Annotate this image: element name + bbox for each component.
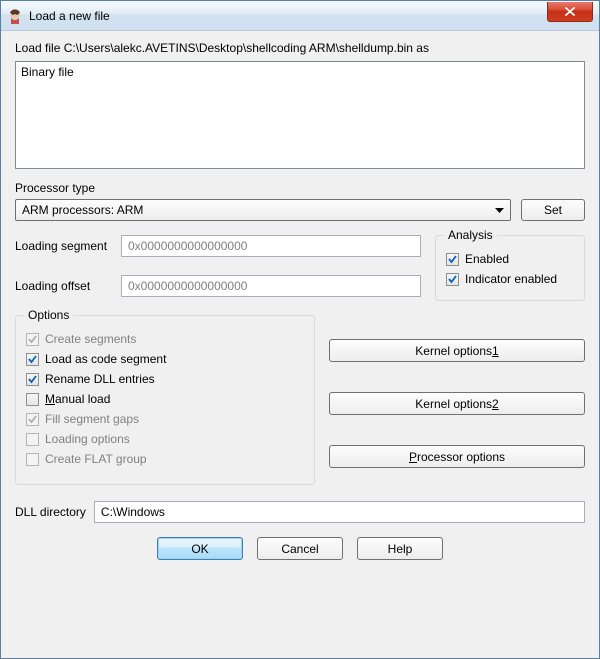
dialog-content: Load file C:\Users\alekc.AVETINS\Desktop… <box>1 31 599 658</box>
load-file-label: Load file C:\Users\alekc.AVETINS\Desktop… <box>15 41 585 55</box>
app-icon <box>7 8 23 24</box>
loading-segment-label: Loading segment <box>15 239 115 253</box>
processor-selected: ARM processors: ARM <box>22 203 143 217</box>
fill-gaps-label: Fill segment gaps <box>45 412 139 426</box>
load-as-code-checkbox[interactable] <box>26 353 39 366</box>
processor-combo[interactable]: ARM processors: ARM <box>15 199 511 221</box>
dialog-window: Load a new file Load file C:\Users\alekc… <box>0 0 600 659</box>
close-button[interactable] <box>547 2 593 22</box>
analysis-group: Analysis Enabled Indicator enabled <box>435 235 585 301</box>
load-file-prefix: Load file <box>15 41 64 55</box>
analysis-indicator-label: Indicator enabled <box>465 272 557 286</box>
chevron-down-icon <box>495 203 504 217</box>
ok-button[interactable]: OK <box>157 537 243 560</box>
close-icon <box>565 7 575 16</box>
loading-offset-input[interactable] <box>121 275 421 297</box>
analysis-enabled-checkbox[interactable] <box>446 253 459 266</box>
help-button[interactable]: Help <box>357 537 443 560</box>
titlebar: Load a new file <box>1 1 599 31</box>
options-title: Options <box>24 308 73 322</box>
loading-segment-input[interactable] <box>121 235 421 257</box>
create-segments-label: Create segments <box>45 332 136 346</box>
create-segments-checkbox <box>26 333 39 346</box>
processor-options-button[interactable]: Processor options <box>329 445 585 468</box>
manual-load-label: Manual load <box>45 392 110 406</box>
analysis-title: Analysis <box>444 228 497 242</box>
kernel-options-1-button[interactable]: Kernel options 1 <box>329 339 585 362</box>
loading-offset-label: Loading offset <box>15 279 115 293</box>
rename-dll-checkbox[interactable] <box>26 373 39 386</box>
manual-load-checkbox[interactable] <box>26 393 39 406</box>
rename-dll-label: Rename DLL entries <box>45 372 155 386</box>
cancel-button[interactable]: Cancel <box>257 537 343 560</box>
file-type-list[interactable]: Binary file <box>15 61 585 169</box>
load-file-suffix: as <box>413 41 429 55</box>
load-as-code-label: Load as code segment <box>45 352 166 366</box>
dll-directory-label: DLL directory <box>15 505 86 519</box>
loading-options-label: Loading options <box>45 432 130 446</box>
list-item[interactable]: Binary file <box>18 64 582 80</box>
kernel-options-2-button[interactable]: Kernel options 2 <box>329 392 585 415</box>
load-file-path: C:\Users\alekc.AVETINS\Desktop\shellcodi… <box>64 41 413 55</box>
processor-type-label: Processor type <box>15 181 585 195</box>
options-group: Options Create segments Load as code seg… <box>15 315 315 485</box>
window-title: Load a new file <box>29 9 547 23</box>
analysis-enabled-label: Enabled <box>465 252 509 266</box>
create-flat-checkbox <box>26 453 39 466</box>
dll-directory-input[interactable] <box>94 501 585 523</box>
create-flat-label: Create FLAT group <box>45 452 147 466</box>
set-button[interactable]: Set <box>521 199 585 221</box>
loading-options-checkbox <box>26 433 39 446</box>
analysis-indicator-checkbox[interactable] <box>446 273 459 286</box>
fill-gaps-checkbox <box>26 413 39 426</box>
